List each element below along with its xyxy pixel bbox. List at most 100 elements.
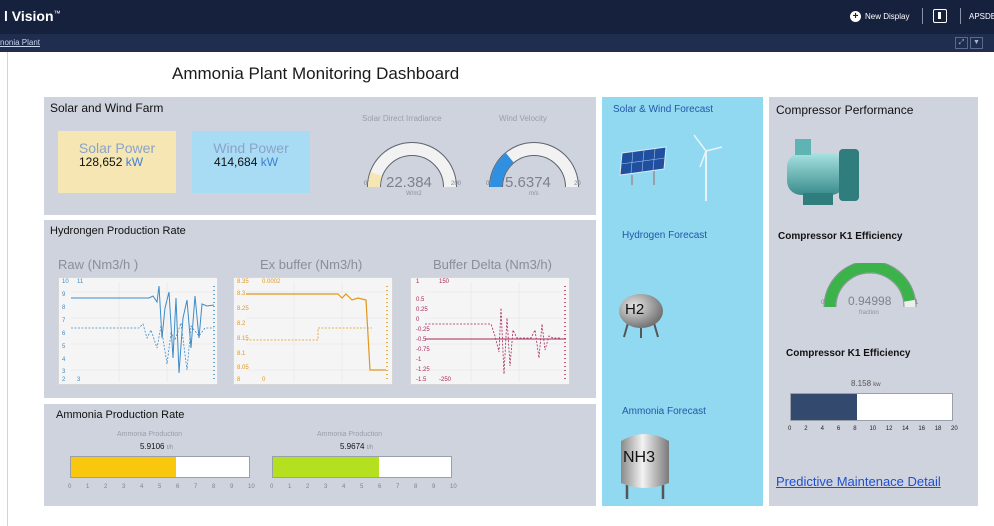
- hydrogen-panel: Hydrongen Production Rate Raw (Nm3/h ) 1…: [44, 220, 596, 398]
- velocity-label: Wind Velocity: [499, 114, 548, 123]
- buffer-delta-trend-line: [425, 282, 566, 382]
- h2-label: H2: [625, 301, 645, 318]
- scale-tick-label: 9: [230, 484, 234, 490]
- scale-tick-label: 8: [212, 484, 216, 490]
- app-header: l Vision™ + New Display APSDE: [0, 0, 994, 34]
- new-display-button[interactable]: + New Display: [850, 11, 909, 22]
- velocity-value: 5.6374: [505, 174, 551, 191]
- scale-tick-label: 9: [432, 484, 436, 490]
- chevron-down-icon[interactable]: ▼: [970, 37, 983, 49]
- scale-tick-label: 3: [324, 484, 328, 490]
- power-bar-scale: 0 2 4 6 8 10 12 14 16 18 20: [788, 426, 958, 434]
- wind-power-card: Wind Power 414,684 kW: [192, 131, 310, 193]
- scale-tick-label: 16: [918, 426, 926, 432]
- raw-chart: 10 11 9 8 7 6 5 4 3 2 3: [58, 277, 218, 385]
- solar-wind-forecast-title: Solar & Wind Forecast: [613, 104, 714, 115]
- buffer-delta-chart: 1 150 0.5 0.25 0 -0.25 -0.5 -0.75 -1 -1.…: [410, 277, 570, 385]
- user-name[interactable]: APSDE: [969, 12, 994, 21]
- display-icon[interactable]: [933, 9, 947, 23]
- efficiency-unit: fraction: [859, 310, 879, 316]
- scale-tick-label: 0: [68, 484, 72, 490]
- ammonia-bar-2-value: 5.9674 t/h: [340, 442, 374, 451]
- scale-tick-label: 8: [414, 484, 418, 490]
- scale-tick-label: 10: [869, 426, 877, 432]
- scale-tick-label: 12: [885, 426, 893, 432]
- scale-tick-label: 1: [288, 484, 292, 490]
- compressor-title: Compressor Performance: [776, 103, 914, 117]
- wind-turbine-icon: [693, 134, 723, 201]
- ammonia-bar-1: [70, 456, 250, 478]
- scale-tick-label: 6: [176, 484, 180, 490]
- panel-title: Solar and Wind Farm: [50, 101, 164, 115]
- forecast-panel: Solar & Wind Forecast Hydrogen Forecast …: [602, 97, 763, 506]
- scale-tick-label: 10: [248, 484, 255, 490]
- compressor-panel: Compressor Performance Compressor K1 Eff…: [769, 97, 978, 506]
- predictive-maintenance-link[interactable]: Predictive Maintenace Detail: [776, 474, 941, 489]
- plus-circle-icon: +: [850, 11, 861, 22]
- power-bar: [790, 393, 953, 421]
- scale-tick-label: 2: [104, 484, 108, 490]
- scale-tick-label: 8: [853, 426, 857, 432]
- ammonia-bar-1-label: Ammonia Production: [117, 431, 182, 438]
- scale-tick-label: 3: [122, 484, 126, 490]
- hydrogen-forecast-title: Hydrogen Forecast: [622, 230, 708, 241]
- scale-tick-label: 14: [902, 426, 909, 432]
- power-bar-fill: [791, 394, 857, 420]
- ammonia-bar-2-fill: [273, 457, 380, 477]
- compressor-icon: [787, 139, 859, 205]
- velocity-max: 20: [574, 181, 581, 187]
- panel-title: Hydrongen Production Rate: [50, 225, 186, 237]
- scale-tick-label: 1: [86, 484, 90, 490]
- ammonia-bar-2: [272, 456, 452, 478]
- ammonia-bar-1-scale: 0 1 2 3 4 5 6 7 8 9 10: [68, 484, 255, 492]
- solar-panel-icon: [619, 146, 667, 185]
- scale-tick-label: 20: [951, 426, 958, 432]
- scale-tick-label: 4: [820, 426, 824, 432]
- scale-tick-label: 4: [342, 484, 346, 490]
- scale-tick-label: 5: [158, 484, 162, 490]
- solar-wind-panel: Solar and Wind Farm Solar Power 128,652 …: [44, 97, 596, 215]
- wind-power-value: 414,684 kW: [214, 155, 279, 169]
- compressor-efficiency-title-1: Compressor K1 Efficiency: [778, 231, 903, 242]
- nh3-label: NH3: [623, 449, 656, 466]
- irradiance-value: 22.384: [386, 174, 432, 191]
- breadcrumb[interactable]: nonia Plant: [0, 38, 40, 47]
- solar-power-card: Solar Power 128,652 kW: [58, 131, 176, 193]
- scale-tick-label: 2: [306, 484, 310, 490]
- scale-tick-label: 18: [934, 426, 942, 432]
- irradiance-min: 0: [364, 181, 368, 187]
- raw-chart-title: Raw (Nm3/h ): [58, 257, 139, 272]
- irradiance-label: Solar Direct Irradiance: [362, 114, 442, 123]
- power-value: 8.158 kw: [851, 379, 881, 388]
- page-border: [7, 52, 8, 526]
- ex-buffer-chart: 8.35 0.0002 8.3 8.25 8.2 8.15 8.1 8.05 8…: [233, 277, 393, 385]
- scale-tick-label: 0: [270, 484, 274, 490]
- ammonia-bar-1-value: 5.9106 t/h: [140, 442, 174, 451]
- scale-tick-label: 7: [194, 484, 198, 490]
- irradiance-unit: W/m2: [406, 191, 422, 197]
- ammonia-panel: Ammonia Production Rate Ammonia Producti…: [44, 404, 596, 506]
- scale-tick-label: 0: [788, 426, 792, 432]
- scale-tick-label: 6: [836, 426, 841, 432]
- panel-title: Ammonia Production Rate: [56, 409, 185, 421]
- app-title: l Vision™: [4, 8, 61, 24]
- header-divider: [922, 8, 923, 24]
- efficiency-max: 1: [915, 300, 919, 306]
- ex-buffer-chart-title: Ex buffer (Nm3/h): [260, 257, 363, 272]
- buffer-delta-chart-title: Buffer Delta (Nm3/h): [433, 257, 552, 272]
- wind-power-label: Wind Power: [213, 140, 289, 156]
- breadcrumb-bar: nonia Plant ⤢ ▼: [0, 34, 994, 52]
- new-display-label: New Display: [865, 12, 910, 21]
- ammonia-bar-2-label: Ammonia Production: [317, 431, 382, 438]
- scale-tick-label: 2: [804, 426, 808, 432]
- trend-icon[interactable]: ⤢: [955, 37, 968, 49]
- raw-trend-line: [71, 282, 215, 382]
- scale-tick-label: 7: [396, 484, 400, 490]
- solar-power-value: 128,652 kW: [79, 155, 144, 169]
- scale-tick-label: 4: [140, 484, 144, 490]
- efficiency-min: 0: [821, 300, 825, 306]
- ex-buffer-trend-line: [246, 282, 389, 382]
- page-title: Ammonia Plant Monitoring Dashboard: [172, 64, 460, 83]
- header-divider: [960, 8, 961, 24]
- ammonia-forecast-title: Ammonia Forecast: [622, 406, 706, 417]
